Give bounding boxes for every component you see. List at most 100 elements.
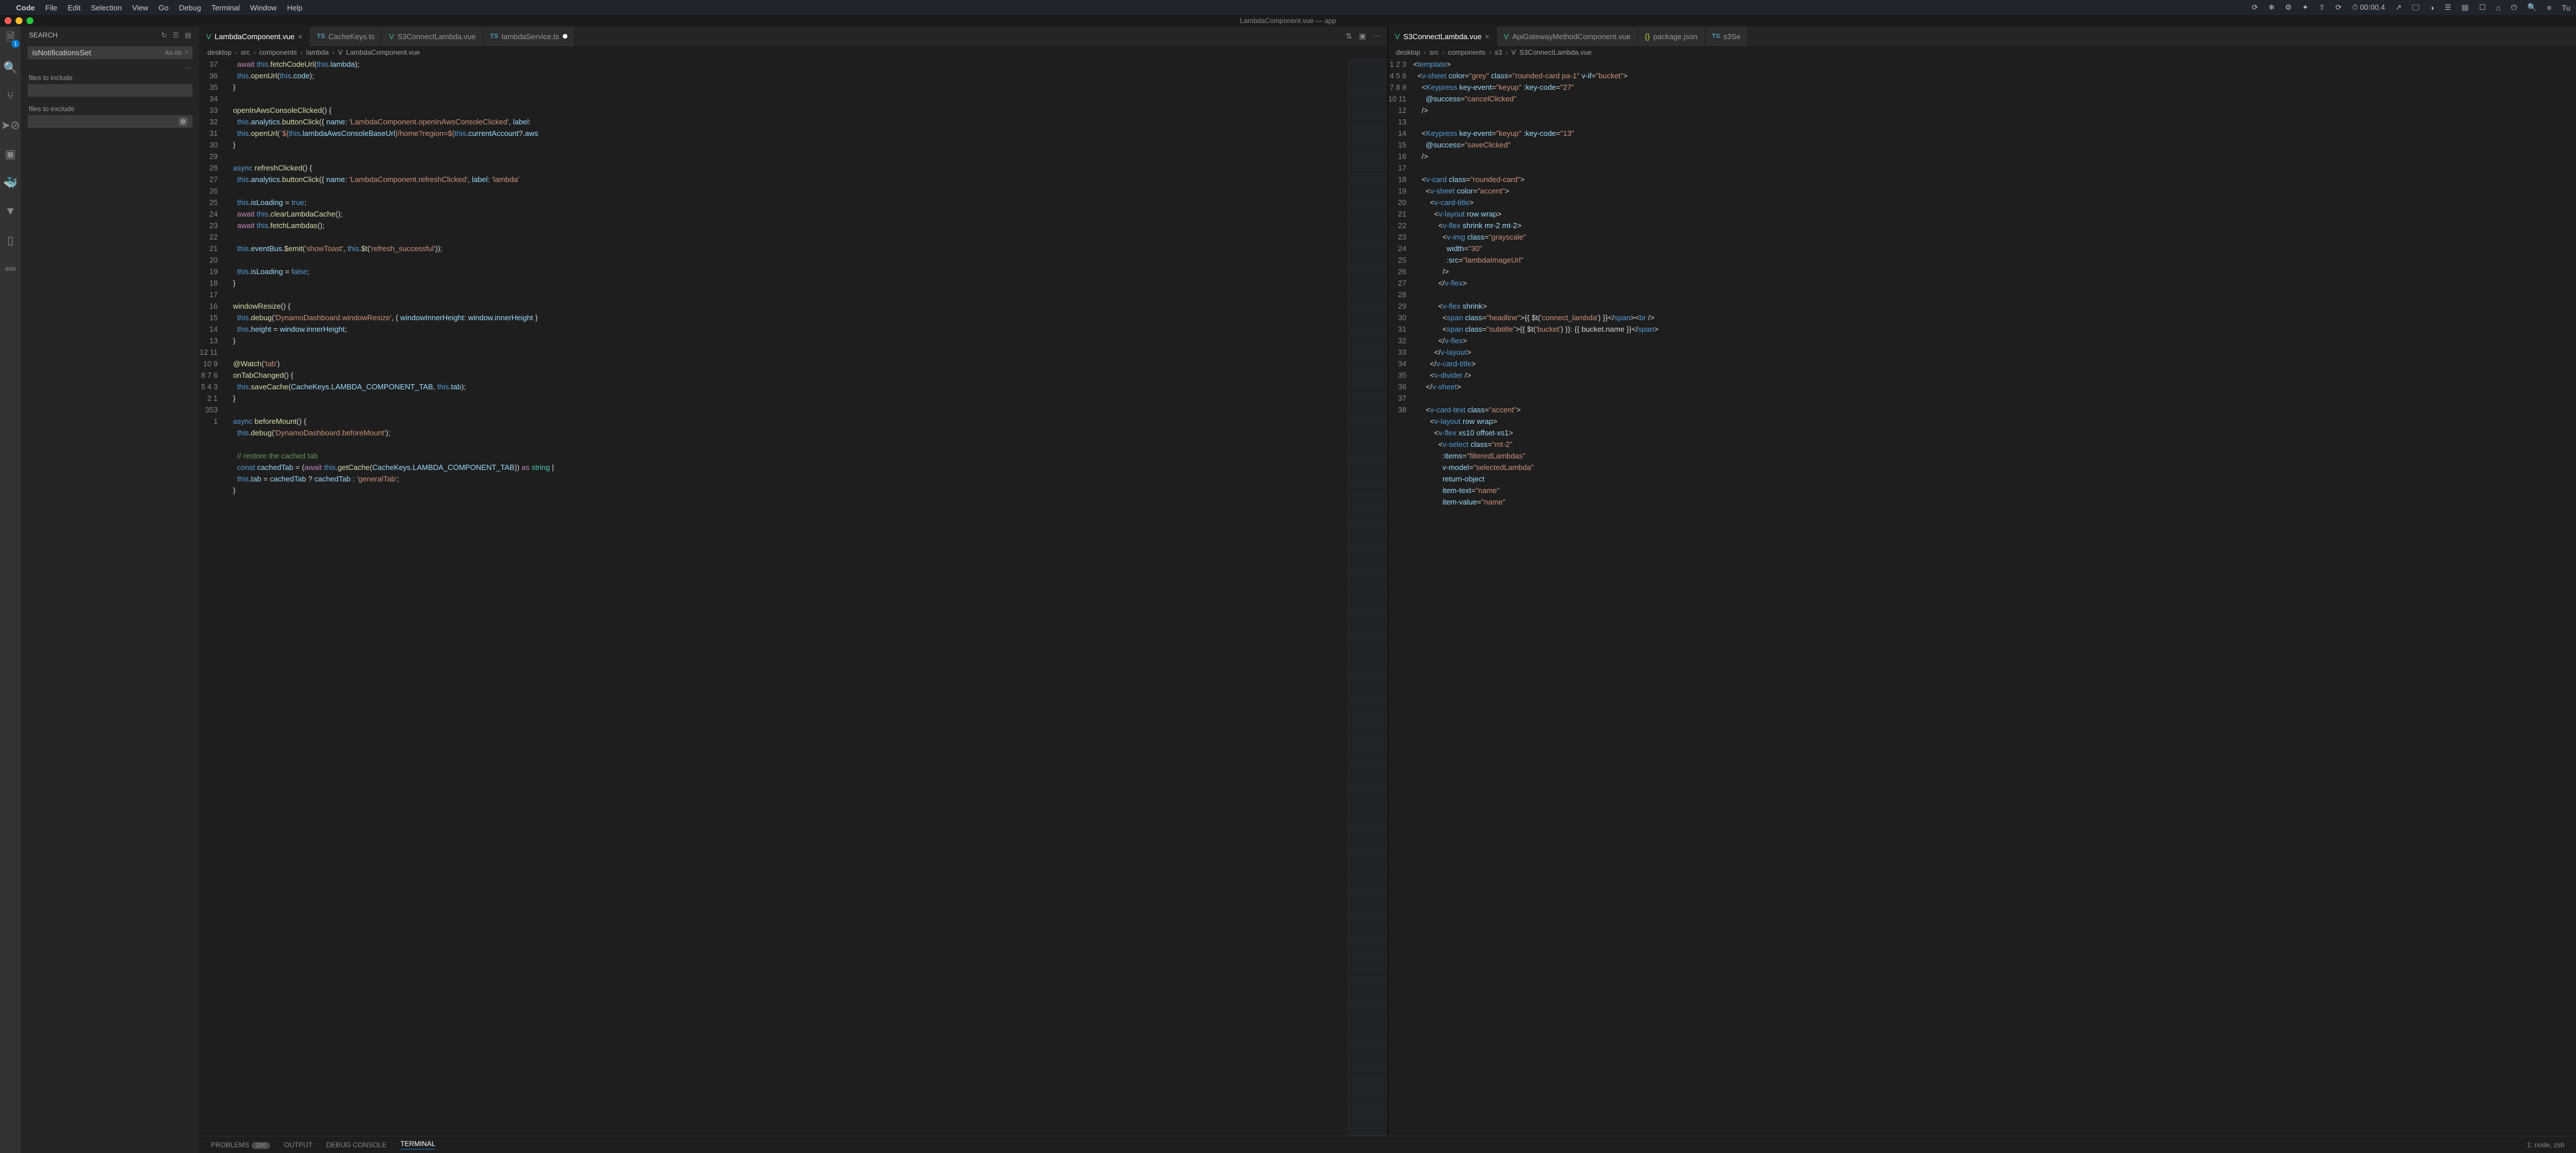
files-include-input[interactable] [28, 84, 192, 97]
macos-menubar: Code File Edit Selection View Go Debug T… [0, 0, 2576, 15]
tray-icon[interactable]: ☰ [2445, 3, 2452, 12]
tab-bar-right: VS3ConnectLambda.vue× VApiGatewayMethodC… [1388, 26, 2576, 46]
tray-icon[interactable]: ≡ [2547, 3, 2552, 12]
ts-icon: TS [317, 33, 325, 40]
search-icon[interactable]: 🔍 [3, 60, 18, 75]
breadcrumb[interactable]: desktop› src› components› s3› V S3Connec… [1388, 46, 2576, 59]
editor-right[interactable]: 1 2 3 4 5 6 7 8 9 10 11 12 13 14 15 16 1… [1388, 59, 2576, 1136]
code-content[interactable]: <template> <v-sheet color="grey" class="… [1414, 59, 2576, 1136]
vue-icon: V [389, 32, 394, 41]
window-titlebar: LambdaComponent.vue — app [0, 15, 2576, 26]
sidebar-title: SEARCH [29, 31, 58, 39]
vue-icon: V [1511, 48, 1516, 56]
tray-icon[interactable]: ⌂ [2496, 3, 2501, 12]
vue-icon: V [338, 48, 343, 56]
search-field[interactable] [32, 48, 165, 57]
refresh-icon[interactable]: ↻ [161, 31, 167, 39]
compare-icon[interactable]: ⇅ [1346, 32, 1352, 41]
tray-day[interactable]: Tu [2562, 3, 2570, 12]
docker-icon[interactable]: 🐳 [3, 175, 18, 190]
menu-edit[interactable]: Edit [67, 3, 80, 12]
panel-tab-output[interactable]: OUTPUT [284, 1141, 312, 1149]
tray-icon[interactable]: ✦ [2302, 3, 2309, 12]
terraform-icon[interactable]: ▼ [3, 204, 18, 219]
tab[interactable]: TSlambdaService.ts [483, 26, 575, 46]
vue-icon: V [206, 32, 211, 41]
split-icon[interactable]: ▣ [1359, 32, 1366, 41]
tab[interactable]: TSCacheKeys.ts [310, 26, 382, 46]
tray-icon[interactable]: ❄︎ [2268, 3, 2275, 12]
ts-icon: TS [490, 33, 498, 40]
line-gutter: 1 2 3 4 5 6 7 8 9 10 11 12 13 14 15 16 1… [1388, 59, 1414, 1136]
menu-file[interactable]: File [46, 3, 58, 12]
close-icon[interactable]: × [298, 32, 302, 41]
panel-tabs: PROBLEMS286 OUTPUT DEBUG CONSOLE TERMINA… [199, 1136, 2576, 1153]
tab[interactable]: VS3ConnectLambda.vue× [1388, 26, 1497, 46]
clear-icon[interactable]: ☰ [173, 31, 179, 39]
files-exclude-label: files to exclude [21, 101, 199, 114]
tray-icon[interactable]: 🖵 [2412, 3, 2419, 12]
gear-icon[interactable]: ⚙ [179, 117, 188, 126]
ts-icon: TS [1712, 33, 1720, 40]
tab-bar-left: VLambdaComponent.vue× TSCacheKeys.ts VS3… [199, 26, 1388, 46]
editor-left[interactable]: 37 36 35 34 33 32 31 30 29 28 27 26 25 2… [199, 59, 1388, 1136]
tray-icon[interactable]: ⟳ [2252, 3, 2258, 12]
tray-icon[interactable]: 🔍 [2528, 3, 2537, 12]
tray-icon[interactable]: ⏻ [2511, 3, 2517, 12]
scm-icon[interactable]: ⑂ [3, 89, 18, 104]
search-sidebar: SEARCH ↻ ☰ ▤ Aa Ab .* … files to include… [21, 26, 199, 1153]
extensions-icon[interactable]: ▣ [3, 146, 18, 161]
minimize-icon[interactable] [16, 17, 22, 24]
search-options[interactable]: Aa Ab .* [165, 50, 188, 56]
close-icon[interactable] [5, 17, 12, 24]
files-exclude-input[interactable]: ⚙ [28, 115, 192, 128]
code-content[interactable]: await this.fetchCodeUrl(this.lambda); th… [225, 59, 1347, 1136]
panel-tab-debug[interactable]: DEBUG CONSOLE [326, 1141, 387, 1149]
json-icon: {} [1645, 32, 1650, 41]
menu-terminal[interactable]: Terminal [211, 3, 240, 12]
tab[interactable]: VLambdaComponent.vue× [199, 26, 310, 46]
toggle-details-icon[interactable]: … [184, 62, 191, 70]
tray-icon[interactable]: ▤ [2461, 3, 2468, 12]
terminal-selector[interactable]: 1: node, zsh [2527, 1141, 2564, 1149]
panel-tab-terminal[interactable]: TERMINAL [400, 1140, 435, 1150]
app-name[interactable]: Code [16, 3, 35, 12]
explorer-icon[interactable]: 🗎 [3, 31, 18, 46]
tray-timer[interactable]: ⏱ 00:00.4 [2352, 3, 2385, 12]
vue-icon: V [1395, 32, 1400, 41]
vue-icon: V [1504, 32, 1509, 41]
tab[interactable]: {}package.json [1638, 26, 1705, 46]
tray-icon[interactable]: ⟳ [2335, 3, 2342, 12]
search-input[interactable]: Aa Ab .* [28, 46, 192, 59]
line-gutter: 37 36 35 34 33 32 31 30 29 28 27 26 25 2… [199, 59, 225, 1136]
menu-selection[interactable]: Selection [91, 3, 122, 12]
menu-help[interactable]: Help [287, 3, 302, 12]
panel-tab-problems[interactable]: PROBLEMS286 [211, 1141, 270, 1149]
tab[interactable]: VApiGatewayMethodComponent.vue [1497, 26, 1638, 46]
activity-bar: 🗎 🔍 ⑂ ➤⊘ ▣ 🐳 ▼ ▯ aws [0, 26, 21, 1153]
tray-icon[interactable]: ☐ [2479, 3, 2486, 12]
more-icon[interactable]: ⋯ [1373, 32, 1381, 41]
tray-icon[interactable]: ↗ [2395, 3, 2401, 12]
files-include-label: files to include [21, 70, 199, 83]
minimap[interactable] [1347, 59, 1388, 1136]
breadcrumb[interactable]: desktop› src› components› lambda› V Lamb… [199, 46, 1388, 59]
menu-view[interactable]: View [132, 3, 148, 12]
menu-go[interactable]: Go [158, 3, 168, 12]
tab[interactable]: VS3ConnectLambda.vue [382, 26, 483, 46]
close-icon[interactable]: × [1485, 32, 1490, 41]
tray-icon[interactable]: ⇪ [2319, 3, 2325, 12]
aws-icon[interactable]: aws [3, 261, 18, 276]
menu-debug[interactable]: Debug [179, 3, 201, 12]
tray-icon[interactable]: ⚙︎ [2285, 3, 2292, 12]
device-icon[interactable]: ▯ [3, 233, 18, 248]
debug-icon[interactable]: ➤⊘ [3, 117, 18, 132]
menu-window[interactable]: Window [250, 3, 276, 12]
tab[interactable]: TSs3Se [1705, 26, 1748, 46]
tray-icon[interactable]: ◑ [2430, 3, 2434, 12]
traffic-lights [5, 17, 33, 24]
dirty-indicator-icon [563, 34, 567, 39]
maximize-icon[interactable] [26, 17, 33, 24]
collapse-icon[interactable]: ▤ [185, 31, 191, 39]
window-title: LambdaComponent.vue — app [1240, 17, 1336, 25]
